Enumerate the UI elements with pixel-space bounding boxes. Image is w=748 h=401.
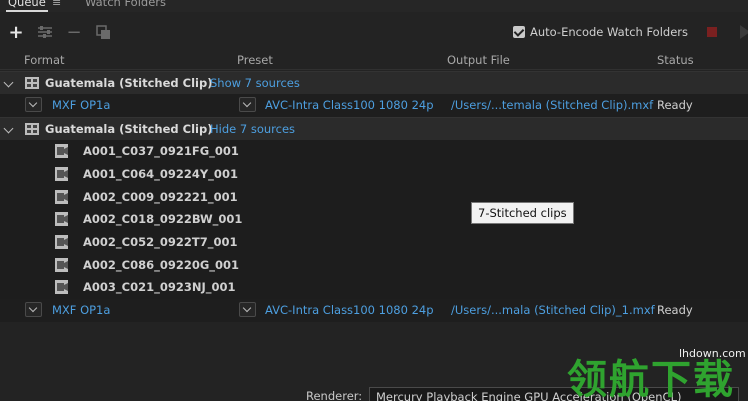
status-value: Ready xyxy=(657,98,693,112)
auto-encode-label: Auto-Encode Watch Folders xyxy=(530,25,688,39)
encode-item-row[interactable]: MXF OP1a AVC-Intra Class100 1080 24p /Us… xyxy=(0,299,748,322)
add-source-icon[interactable]: + xyxy=(7,22,25,43)
preset-dropdown[interactable] xyxy=(239,302,256,317)
output-file-value[interactable]: /Users/...mala (Stitched Clip)_1.mxf xyxy=(451,303,655,317)
output-file-value[interactable]: /Users/...temala (Stitched Clip).mxf xyxy=(451,98,653,112)
show-sources-link[interactable]: Show 7 sources xyxy=(210,76,300,90)
clip-name: A001_C064_09224Y_001 xyxy=(83,167,238,181)
source-clip-row[interactable]: A002_C009_092221_001 xyxy=(0,186,748,209)
group-name: Guatemala (Stitched Clip) xyxy=(45,122,213,136)
source-clip-row[interactable]: A002_C018_0922BW_001 xyxy=(0,208,748,231)
clip-name: A002_C018_0922BW_001 xyxy=(83,212,243,226)
format-value[interactable]: MXF OP1a xyxy=(52,98,110,112)
start-queue-button[interactable] xyxy=(740,25,748,39)
video-clip-icon xyxy=(55,212,68,226)
format-dropdown[interactable] xyxy=(25,302,42,317)
column-preset[interactable]: Preset xyxy=(237,53,273,67)
video-clip-icon xyxy=(55,167,68,181)
tab-watch-folders[interactable]: Watch Folders xyxy=(85,0,166,9)
expand-chevron-icon[interactable] xyxy=(3,123,14,134)
group-name: Guatemala (Stitched Clip) xyxy=(45,76,213,90)
source-clip-row[interactable]: A001_C037_0921FG_001 xyxy=(0,140,748,163)
expand-chevron-icon[interactable] xyxy=(3,77,14,88)
renderer-label: Renderer: xyxy=(306,389,363,401)
video-clip-icon xyxy=(55,258,68,272)
column-format[interactable]: Format xyxy=(24,53,65,67)
column-output-file[interactable]: Output File xyxy=(447,53,510,67)
video-clip-icon xyxy=(55,280,68,294)
preset-dropdown[interactable] xyxy=(239,97,256,112)
preset-value[interactable]: AVC-Intra Class100 1080 24p xyxy=(265,98,434,112)
stop-queue-button[interactable] xyxy=(707,27,717,37)
column-headers: Format Preset Output File Status xyxy=(0,50,748,70)
clip-name: A002_C009_092221_001 xyxy=(83,190,238,204)
status-value: Ready xyxy=(657,303,693,317)
auto-encode-toggle[interactable]: Auto-Encode Watch Folders xyxy=(513,25,688,39)
column-status[interactable]: Status xyxy=(657,53,694,67)
source-clip-row[interactable]: A002_C086_09220G_001 xyxy=(0,254,748,277)
source-clip-row[interactable]: A003_C021_0923NJ_001 xyxy=(0,276,748,299)
format-dropdown[interactable] xyxy=(25,97,42,112)
preset-value[interactable]: AVC-Intra Class100 1080 24p xyxy=(265,303,434,317)
remove-icon[interactable]: − xyxy=(65,22,83,43)
tab-queue[interactable]: Queue xyxy=(6,0,48,12)
duplicate-icon[interactable] xyxy=(94,23,112,41)
queue-toolbar: + − Auto-Encode Watch Folders xyxy=(0,18,748,48)
stitched-clip-icon xyxy=(25,77,39,89)
clip-name: A002_C086_09220G_001 xyxy=(83,258,240,272)
hide-sources-link[interactable]: Hide 7 sources xyxy=(210,122,295,136)
video-clip-icon xyxy=(55,144,68,158)
video-clip-icon xyxy=(55,235,68,249)
format-value[interactable]: MXF OP1a xyxy=(52,303,110,317)
watermark: lhdown.com 领航下载 xyxy=(563,344,748,401)
panel-tabs: Queue ≡ Watch Folders xyxy=(0,0,748,12)
queue-group[interactable]: Guatemala (Stitched Clip) Hide 7 sources xyxy=(0,117,748,140)
panel-menu-icon[interactable]: ≡ xyxy=(52,0,61,9)
watermark-logo: 领航下载 xyxy=(567,357,735,401)
encode-item-row[interactable]: MXF OP1a AVC-Intra Class100 1080 24p /Us… xyxy=(0,94,748,117)
auto-encode-checkbox[interactable] xyxy=(513,26,525,38)
source-clip-row[interactable]: A002_C052_0922T7_001 xyxy=(0,231,748,254)
source-clip-row[interactable]: A001_C064_09224Y_001 xyxy=(0,163,748,186)
preset-settings-icon[interactable] xyxy=(36,23,54,41)
clip-name: A001_C037_0921FG_001 xyxy=(83,144,239,158)
queue-group[interactable]: Guatemala (Stitched Clip) Show 7 sources xyxy=(0,71,748,94)
clip-name: A003_C021_0923NJ_001 xyxy=(83,280,236,294)
tooltip: 7-Stitched clips xyxy=(471,202,574,224)
video-clip-icon xyxy=(55,190,68,204)
clip-name: A002_C052_0922T7_001 xyxy=(83,235,238,249)
stitched-clip-icon xyxy=(25,123,39,135)
